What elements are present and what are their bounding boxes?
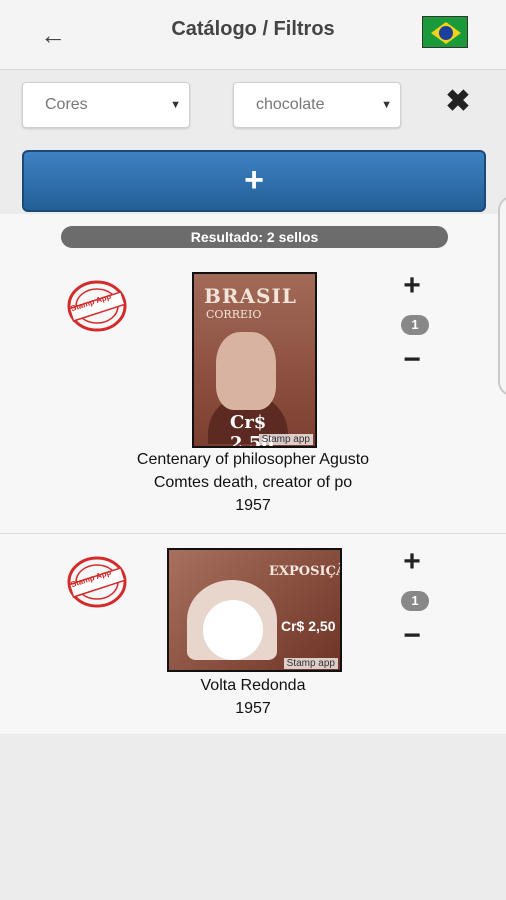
increment-button[interactable]: + [398, 271, 426, 301]
list-item[interactable]: Stamp App BRASIL CORREIO Cr$ 2,50 Stamp … [0, 262, 506, 534]
flag-globe [439, 26, 453, 40]
results-count-badge: Resultado: 2 sellos [61, 226, 448, 248]
watermark: Stamp app [283, 658, 338, 669]
chevron-down-icon: ▼ [170, 99, 181, 111]
stamp-face-value: Cr$ 2,50 [281, 618, 336, 634]
color-select[interactable]: chocolate ▼ [233, 82, 401, 128]
quantity-count: 1 [401, 591, 429, 611]
stamp-country: EXPOSIÇÃO [269, 564, 340, 579]
stamp-title-line: Comtes death, creator of po [153, 474, 353, 491]
stamp-country: BRASIL [204, 284, 297, 308]
decrement-button[interactable]: − [398, 621, 426, 651]
category-select-value: Cores [45, 96, 88, 113]
decrement-button[interactable]: − [398, 345, 426, 375]
side-drawer-handle[interactable] [498, 196, 506, 396]
increment-button[interactable]: + [398, 547, 426, 577]
watermark: Stamp app [258, 434, 313, 445]
clear-filters-button[interactable]: ✖ [442, 86, 474, 118]
chevron-down-icon: ▼ [381, 99, 392, 111]
category-select[interactable]: Cores ▼ [22, 82, 190, 128]
close-icon: ✖ [445, 85, 471, 118]
stamp-subtitle: CORREIO [206, 308, 262, 321]
stamp-image[interactable]: EXPOSIÇÃO Cr$ 2,50 Stamp app [167, 548, 342, 672]
stamp-title-line: Centenary of philosopher Agusto [136, 451, 370, 468]
bridge-arch [203, 600, 263, 660]
stamp-image[interactable]: BRASIL CORREIO Cr$ 2,50 Stamp app [192, 272, 317, 448]
color-select-value: chocolate [256, 96, 325, 113]
add-filter-button[interactable]: + [22, 150, 486, 212]
stamp-title-line: Volta Redonda [200, 677, 306, 694]
top-bar: ← Catálogo / Filtros [0, 0, 506, 70]
stamp-year: 1957 [235, 700, 271, 717]
quantity-count: 1 [401, 315, 429, 335]
list-item[interactable]: Stamp App EXPOSIÇÃO Cr$ 2,50 Stamp app V… [0, 536, 506, 734]
results-list: Resultado: 2 sellos Stamp App BRASIL COR… [0, 214, 506, 734]
stamp-year: 1957 [235, 497, 271, 514]
brazil-flag-icon[interactable] [422, 16, 468, 48]
portrait [216, 332, 276, 410]
